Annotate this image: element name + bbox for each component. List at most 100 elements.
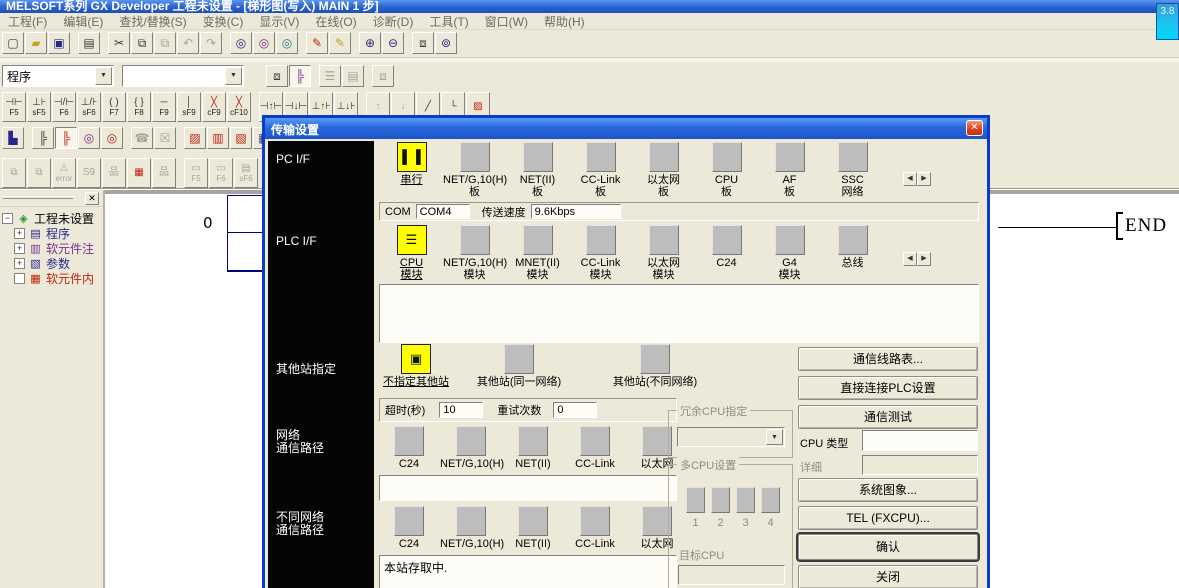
write-mode-icon[interactable]: ✎: [306, 32, 328, 54]
menu-item[interactable]: 工程(F): [0, 13, 55, 30]
device-option[interactable]: AF 板: [758, 142, 821, 198]
delete-vertical-line-button[interactable]: ╳cF10: [227, 92, 251, 122]
line-f6-button[interactable]: ▭F6: [209, 158, 233, 188]
device-option[interactable]: NET/G,10(H) 板: [443, 142, 506, 198]
station-option[interactable]: 其他站(不同网络): [583, 344, 727, 388]
menu-item[interactable]: 在线(O): [307, 13, 364, 30]
panel-grip[interactable]: [3, 196, 73, 199]
open-folder-icon[interactable]: ▰: [25, 32, 47, 54]
macro-window-icon[interactable]: ⧈: [372, 65, 394, 87]
project-tree-icon[interactable]: ╠: [32, 127, 54, 149]
menu-item[interactable]: 变换(C): [195, 13, 252, 30]
confirm-button[interactable]: 确认: [798, 534, 978, 560]
device-option[interactable]: 总线: [821, 225, 884, 269]
undo-icon[interactable]: ↶: [177, 32, 199, 54]
edit-ladder-icon[interactable]: ╠: [55, 127, 77, 149]
write-during-run-icon[interactable]: ▨: [184, 127, 206, 149]
find-coil-icon[interactable]: ◎: [78, 127, 100, 149]
device-option[interactable]: 以太网 模块: [632, 225, 695, 281]
partial-edit-icon[interactable]: ▧: [230, 127, 252, 149]
network-option[interactable]: NET/G,10(H): [440, 426, 502, 470]
block-list-icon[interactable]: 品: [102, 158, 126, 188]
parallel-open-contact-button[interactable]: ⊥⊦sF5: [27, 92, 51, 122]
device-option[interactable]: 以太网 板: [632, 142, 695, 198]
tree-item[interactable]: ▦ 软元件内: [14, 271, 103, 286]
com-port-field[interactable]: COM4: [416, 204, 470, 219]
menu-item[interactable]: 帮助(H): [536, 13, 593, 30]
device-option[interactable]: NET(II) 板: [506, 142, 569, 198]
instruction-tree-icon[interactable]: ☰: [319, 65, 341, 87]
close-icon[interactable]: ✕: [966, 120, 983, 136]
step-trace-icon[interactable]: S9: [77, 158, 101, 188]
device-option[interactable]: G4 模块: [758, 225, 821, 281]
scroll-left-icon[interactable]: ◀: [903, 172, 917, 186]
print-icon[interactable]: ▤: [78, 32, 100, 54]
comm-test-button[interactable]: 通信测试: [798, 405, 978, 429]
monitor-icon[interactable]: ⊚: [435, 32, 457, 54]
find-device-icon[interactable]: ◎: [230, 32, 252, 54]
telephone-icon[interactable]: ☎: [131, 127, 153, 149]
retry-field[interactable]: 0: [553, 402, 597, 418]
chevron-down-icon[interactable]: ▼: [95, 67, 112, 85]
expand-icon[interactable]: [14, 273, 25, 284]
baud-field[interactable]: 9.6Kbps: [531, 204, 621, 219]
direct-plc-setup-button[interactable]: 直接连接PLC设置: [798, 376, 978, 400]
device-option[interactable]: CC-Link 板: [569, 142, 632, 198]
zoom-out-icon[interactable]: ⊖: [382, 32, 404, 54]
find-step-icon[interactable]: ◎: [101, 127, 123, 149]
paste-block-icon[interactable]: ⧉: [27, 158, 51, 188]
cut-icon[interactable]: ✂: [108, 32, 130, 54]
redo-icon[interactable]: ↷: [200, 32, 222, 54]
menu-item[interactable]: 显示(V): [251, 13, 307, 30]
chevron-down-icon[interactable]: ▼: [225, 67, 242, 85]
line-f5-button[interactable]: ▭F5: [184, 158, 208, 188]
device-option[interactable]: MNET(II) 模块: [506, 225, 569, 281]
cpu-slot[interactable]: 1: [683, 487, 708, 529]
expand-icon[interactable]: +: [14, 228, 25, 239]
program-combobox[interactable]: 程序 ▼: [2, 65, 114, 87]
device-combobox[interactable]: ▼: [122, 65, 244, 87]
menu-item[interactable]: 查找/替换(S): [111, 13, 194, 30]
open-contact-button[interactable]: ⊣⊢F5: [2, 92, 26, 122]
ladder-preview-icon[interactable]: ⧈: [266, 65, 288, 87]
dialog-titlebar[interactable]: 传输设置 ✕: [265, 118, 987, 139]
device-option[interactable]: CPU 板: [695, 142, 758, 198]
expand-icon[interactable]: +: [14, 243, 25, 254]
cpu-slot[interactable]: 2: [708, 487, 733, 529]
tree-item[interactable]: + ▥ 软元件注: [14, 241, 103, 256]
coil-button[interactable]: ( )F7: [102, 92, 126, 122]
close-icon[interactable]: ✕: [85, 192, 99, 205]
station-option[interactable]: ▣ 不指定其他站: [377, 344, 455, 388]
device-option[interactable]: SSC 网络: [821, 142, 884, 198]
station-option[interactable]: 其他站(同一网络): [455, 344, 583, 388]
scroll-right-icon[interactable]: ▶: [917, 172, 931, 186]
zoom-in-icon[interactable]: ⊕: [359, 32, 381, 54]
network-option[interactable]: C24: [378, 426, 440, 470]
find-instruction-icon[interactable]: ◎: [276, 32, 298, 54]
scroll-left-icon[interactable]: ◀: [903, 252, 917, 266]
copy-block-icon[interactable]: ⧉: [2, 158, 26, 188]
delete-horizontal-line-button[interactable]: ╳cF9: [202, 92, 226, 122]
line-sf6-button[interactable]: ▤sF6: [234, 158, 258, 188]
device-test-icon[interactable]: ▦: [127, 158, 151, 188]
paste-icon[interactable]: ⧉: [154, 32, 176, 54]
window-switch-icon[interactable]: ⧈: [412, 32, 434, 54]
copy-icon[interactable]: ⧉: [131, 32, 153, 54]
device-option[interactable]: NET/G,10(H) 模块: [443, 225, 506, 281]
tel-fxcpu-button[interactable]: TEL (FXCPU)...: [798, 506, 978, 530]
menu-item[interactable]: 编辑(E): [55, 13, 111, 30]
tree-item[interactable]: + ▤ 程序: [14, 226, 103, 241]
target-cpu-field[interactable]: [678, 565, 785, 585]
cpu-slot[interactable]: 4: [758, 487, 783, 529]
network-option[interactable]: C24: [378, 506, 440, 550]
device-option[interactable]: ▌▐ 串行: [380, 142, 443, 186]
window-titlebar[interactable]: MELSOFT系列 GX Developer 工程未设置 - [梯形图(写入) …: [0, 0, 1179, 13]
collapse-icon[interactable]: −: [2, 213, 13, 224]
block-down-icon[interactable]: 品: [152, 158, 176, 188]
network-option[interactable]: CC-Link: [564, 506, 626, 550]
device-option[interactable]: CC-Link 模块: [569, 225, 632, 281]
network-option[interactable]: NET/G,10(H): [440, 506, 502, 550]
device-option[interactable]: ☰ CPU 模块: [380, 225, 443, 281]
redundant-cpu-combobox[interactable]: ▼: [677, 427, 785, 447]
chevron-down-icon[interactable]: ▼: [766, 429, 783, 445]
